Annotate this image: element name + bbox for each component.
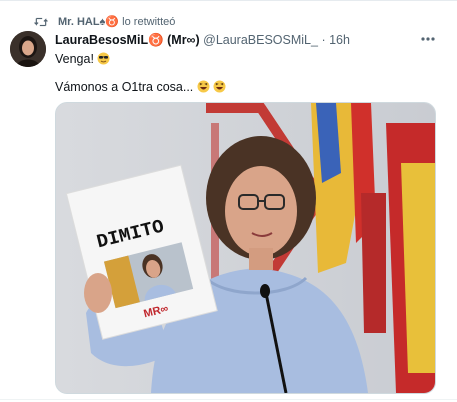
tweet-text-venga: Venga!	[55, 52, 94, 66]
display-name[interactable]: LauraBesosMiL♉ (Mr∞)	[55, 33, 200, 47]
more-icon[interactable]	[420, 34, 436, 44]
retweet-icon	[34, 17, 48, 27]
laughing-emoji-icon-2	[213, 80, 226, 93]
tweet-header: LauraBesosMiL♉ (Mr∞) @LauraBESOSMiL_ · 1…	[55, 33, 350, 48]
retweet-suffix: lo retwitteó	[122, 16, 176, 28]
avatar-image	[10, 31, 46, 67]
divider-top	[0, 0, 457, 1]
tweet-text-line1: Venga!	[55, 52, 110, 66]
user-handle[interactable]: @LauraBESOSMiL_	[203, 33, 318, 47]
tweet-text-vamonos: Vámonos a O1tra cosa...	[55, 80, 194, 94]
retweet-label[interactable]: Mr. HAL♠♉ lo retwitteó	[58, 15, 175, 28]
tweet-text-line2: Vámonos a O1tra cosa...	[55, 80, 226, 94]
retweet-user[interactable]: Mr. HAL♠♉	[58, 16, 119, 28]
sunglasses-emoji-icon	[97, 52, 110, 65]
divider-bottom	[0, 399, 457, 400]
tweet-media-image[interactable]: DIMITO MR∞	[55, 102, 436, 394]
avatar[interactable]	[10, 31, 46, 67]
media-photo: DIMITO MR∞	[56, 103, 435, 393]
tweet-time[interactable]: · 16h	[321, 33, 350, 47]
laughing-emoji-icon	[197, 80, 210, 93]
